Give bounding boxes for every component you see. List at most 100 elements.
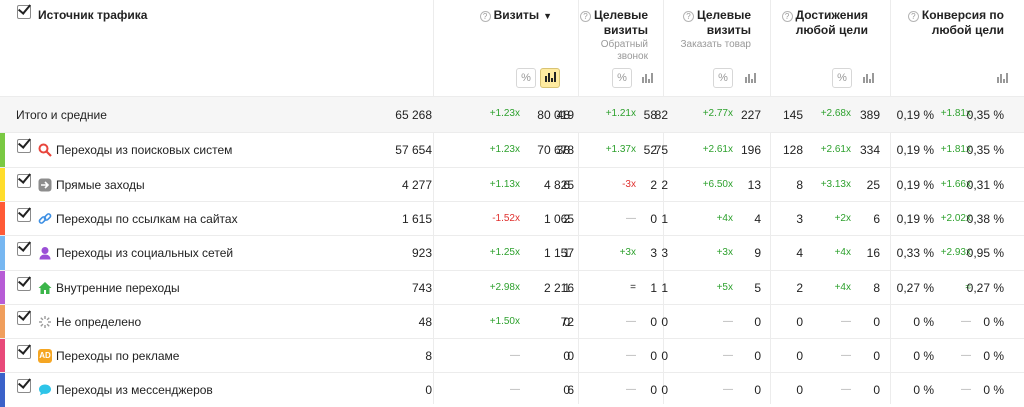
sort-desc-icon[interactable]: ▼ bbox=[543, 11, 552, 21]
source-checkbox[interactable] bbox=[17, 170, 32, 188]
source-label[interactable]: Переходы из социальных сетей bbox=[56, 246, 233, 260]
checkmark-icon bbox=[17, 273, 32, 287]
value-previous: 1 bbox=[661, 281, 668, 295]
metric-title-text: любой цели bbox=[795, 23, 868, 37]
value-current: 0,27 % bbox=[966, 281, 1004, 295]
metric-header-goal-callback[interactable]: ? Целевые визиты bbox=[579, 8, 648, 38]
arrow-right-icon bbox=[38, 178, 52, 192]
value-previous: 65 268 bbox=[395, 108, 432, 122]
value-current: 389 bbox=[859, 108, 880, 122]
row-ads[interactable]: AD Переходы по рекламе 8—0 0—0 0—0 0—0 0 % —0 % bbox=[0, 338, 1024, 373]
value-current: 0,31 % bbox=[966, 178, 1004, 192]
value-current: 0 bbox=[873, 349, 880, 363]
percent-toggle-button[interactable]: % bbox=[832, 68, 852, 88]
source-checkbox[interactable] bbox=[17, 204, 32, 222]
metric-title-text: любой цели bbox=[931, 23, 1004, 37]
value-previous: 8 bbox=[796, 178, 803, 192]
value-previous: 743 bbox=[411, 281, 432, 295]
source-label[interactable]: Переходы по ссылкам на сайтах bbox=[56, 212, 238, 226]
percent-toggle-button[interactable]: % bbox=[713, 68, 733, 88]
checkmark-icon bbox=[17, 1, 32, 15]
messenger-icon bbox=[38, 383, 52, 397]
source-column-title[interactable]: Источник трафика bbox=[38, 8, 147, 22]
value-current: 6 bbox=[873, 212, 880, 226]
help-icon[interactable]: ? bbox=[781, 11, 793, 22]
metric-title-line: любой цели bbox=[782, 23, 868, 38]
row-direct[interactable]: Прямые заходы 4 277 +1.13x 4 825 6 -3x 2 2 +6.50… bbox=[0, 167, 1024, 202]
row-links[interactable]: Переходы по ссылкам на сайтах 1 615 -1.52x… bbox=[0, 201, 1024, 236]
source-label[interactable]: Внутренние переходы bbox=[56, 281, 180, 295]
metric-header-any-goal[interactable]: ? Достижения любой цели bbox=[781, 8, 868, 38]
value-previous: 0,19 % bbox=[896, 178, 934, 192]
value-previous: 0 % bbox=[913, 349, 934, 363]
metric-title-text: Конверсия по bbox=[921, 8, 1004, 22]
checkmark-icon bbox=[17, 375, 32, 389]
checkmark-icon bbox=[17, 204, 32, 218]
source-checkbox[interactable] bbox=[17, 273, 32, 291]
bar-chart-icon bbox=[545, 72, 557, 82]
source-checkbox[interactable] bbox=[17, 341, 32, 359]
metric-title-text: визиты bbox=[603, 23, 648, 37]
row-messengers[interactable]: Переходы из мессенджеров 0—6 0—0 0—0 0—0 0 % —… bbox=[0, 372, 1024, 407]
value-previous: 0,33 % bbox=[896, 246, 934, 260]
percent-toggle-button[interactable]: % bbox=[612, 68, 632, 88]
metric-goal-subtitle: Обратный звонок bbox=[601, 39, 648, 63]
value-previous: 0,19 % bbox=[896, 212, 934, 226]
metric-title-text: Целевые bbox=[593, 8, 648, 22]
source-checkbox[interactable] bbox=[17, 135, 32, 153]
value-previous: 0 % bbox=[913, 383, 934, 397]
chart-toggle-button[interactable] bbox=[540, 68, 560, 88]
metric-header-goal-order[interactable]: ? Целевые визиты bbox=[682, 8, 751, 38]
source-color-stripe bbox=[0, 168, 5, 202]
checkmark-icon bbox=[17, 341, 32, 355]
value-previous: 0,27 % bbox=[896, 281, 934, 295]
metric-header-conversion[interactable]: ? Конверсия по любой цели bbox=[907, 8, 1004, 38]
source-checkbox[interactable] bbox=[17, 238, 32, 256]
value-previous: 0 bbox=[796, 315, 803, 329]
source-label[interactable]: Переходы по рекламе bbox=[56, 349, 179, 363]
help-icon[interactable]: ? bbox=[579, 11, 591, 22]
value-previous: 48 bbox=[556, 108, 570, 122]
value-previous: 3 bbox=[796, 212, 803, 226]
help-icon[interactable]: ? bbox=[479, 11, 491, 22]
help-icon[interactable]: ? bbox=[907, 11, 919, 22]
value-previous: 923 bbox=[411, 246, 432, 260]
source-label[interactable]: Не определено bbox=[56, 315, 141, 329]
totals-row: Итого и средние 65 268 +1.23x 80 019 48 +1.21… bbox=[0, 96, 1024, 132]
value-previous: 0 bbox=[796, 383, 803, 397]
metric-title-text: Достижения bbox=[795, 8, 868, 22]
subtitle-line: звонок bbox=[617, 51, 648, 62]
subtitle-line: Заказать товар bbox=[680, 39, 752, 50]
chart-toggle-button[interactable] bbox=[741, 68, 761, 88]
metric-title-line: ? Визиты ▼ bbox=[479, 8, 552, 24]
row-undefined[interactable]: Не определено 48 +1.50x 72 0—0 0—0 0—0 0 % —0 % bbox=[0, 304, 1024, 339]
value-current: 25 bbox=[866, 178, 880, 192]
source-label[interactable]: Переходы из поисковых систем bbox=[56, 143, 232, 157]
value-previous: 2 bbox=[563, 212, 570, 226]
value-previous: 2 bbox=[661, 178, 668, 192]
chart-toggle-button[interactable] bbox=[993, 68, 1013, 88]
chart-toggle-button[interactable] bbox=[859, 68, 879, 88]
metric-goal-subtitle: Заказать товар bbox=[681, 39, 752, 51]
value-current: 0 % bbox=[983, 315, 1004, 329]
source-checkbox[interactable] bbox=[17, 307, 32, 325]
value-previous: 6 bbox=[563, 178, 570, 192]
value-previous: 0 % bbox=[913, 315, 934, 329]
row-search[interactable]: Переходы из поисковых систем 57 654 +1.23x… bbox=[0, 132, 1024, 167]
source-checkbox[interactable] bbox=[17, 375, 32, 393]
source-color-stripe bbox=[0, 373, 5, 407]
source-label[interactable]: Переходы из мессенджеров bbox=[56, 383, 213, 397]
row-social[interactable]: Переходы из социальных сетей 923 +1.25x 1 1… bbox=[0, 235, 1024, 270]
metric-title-line: визиты bbox=[580, 23, 648, 38]
metric-title-text: Визиты bbox=[493, 8, 540, 22]
source-color-stripe bbox=[0, 236, 5, 270]
metric-header-visits[interactable]: ? Визиты ▼ bbox=[479, 8, 552, 24]
value-previous: 0 bbox=[425, 383, 432, 397]
source-label[interactable]: Прямые заходы bbox=[56, 178, 145, 192]
percent-toggle-button[interactable]: % bbox=[516, 68, 536, 88]
help-icon[interactable]: ? bbox=[682, 11, 694, 22]
select-all-checkbox[interactable] bbox=[17, 1, 32, 19]
chart-toggle-button[interactable] bbox=[638, 68, 658, 88]
value-previous: 8 bbox=[425, 349, 432, 363]
row-internal[interactable]: Внутренние переходы 743 +2.98x 2 216 1 = 1 1 +5x… bbox=[0, 270, 1024, 305]
